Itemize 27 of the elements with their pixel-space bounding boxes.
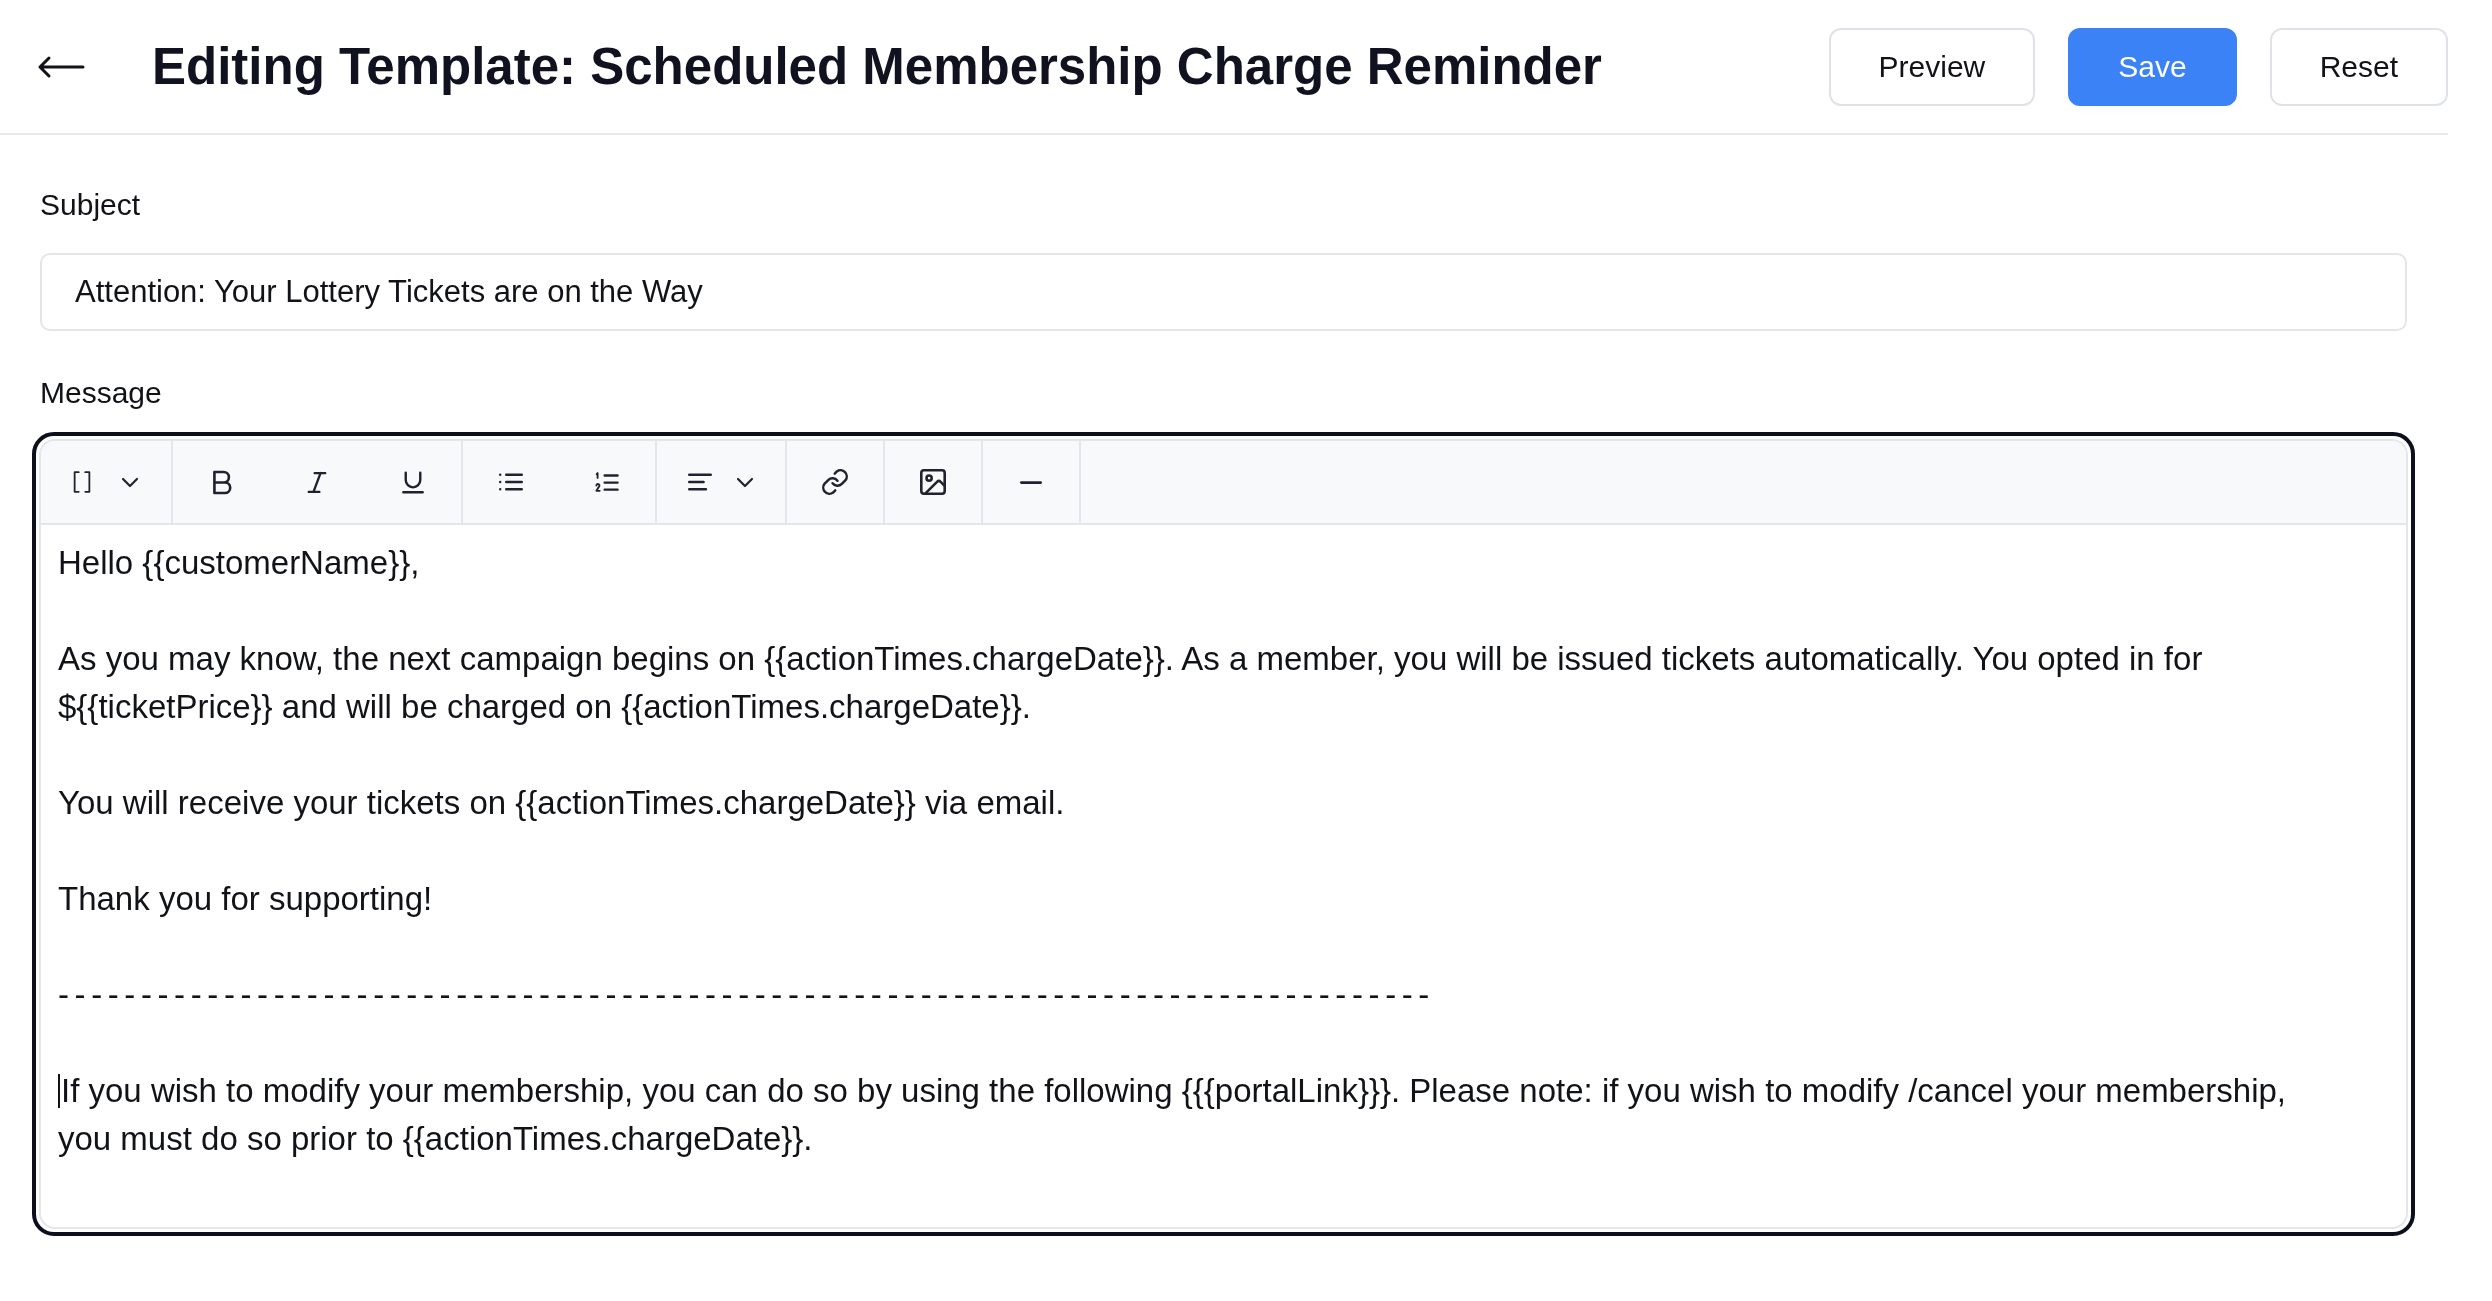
bullet-list-icon (499, 473, 523, 491)
underline-icon (402, 470, 424, 494)
numbered-list-icon (595, 472, 619, 492)
arrow-left-icon (38, 55, 84, 78)
link-icon (822, 469, 848, 495)
horizontal-rule-icon (1020, 480, 1042, 484)
save-button[interactable]: Save (2068, 27, 2237, 106)
message-paragraph: You will receive your tickets on {{actionTimes.chargeDate}} via email. (58, 784, 1065, 821)
align-left-icon (688, 473, 712, 491)
action-button[interactable]: Reset (2269, 27, 2448, 106)
image-icon (920, 469, 946, 495)
caret-down-icon (121, 476, 139, 488)
message-paragraph: If you wish to modify your membership, you can do so by using the following {{{portalLink}}}. Please note: if you wish to modify /cancel your membership, you must do so prior to {{actionTimes.chargeDate}}. (58, 1072, 2287, 1157)
field-label: Subject (40, 187, 141, 223)
bold-icon (211, 469, 231, 495)
brackets-icon (73, 469, 91, 495)
back-button[interactable] (38, 55, 84, 78)
subject-field[interactable]: Attention: Your Lottery Tickets are on the Way (40, 253, 2407, 331)
action-button[interactable]: Preview (1828, 27, 2036, 106)
message-paragraph: Hello {{customerName}}, (58, 544, 420, 581)
dashed-separator-text: ----------------------------------------------------------------------------------- (58, 976, 1435, 1013)
page-title: Editing Template: Scheduled Membership Charge Reminder (152, 37, 1603, 96)
message-paragraph: As you may know, the next campaign begins on {{actionTimes.chargeDate}}. As a member, you will be issued tickets automatically. You opted in for ${{ticketPrice}} and will be charged on {{actionTimes.chargeDate}}. (58, 640, 2203, 725)
italic-icon (307, 470, 327, 494)
caret-down-icon (736, 476, 754, 488)
message-paragraph: Thank you for supporting! (58, 880, 433, 917)
field-label: Message (40, 375, 162, 411)
